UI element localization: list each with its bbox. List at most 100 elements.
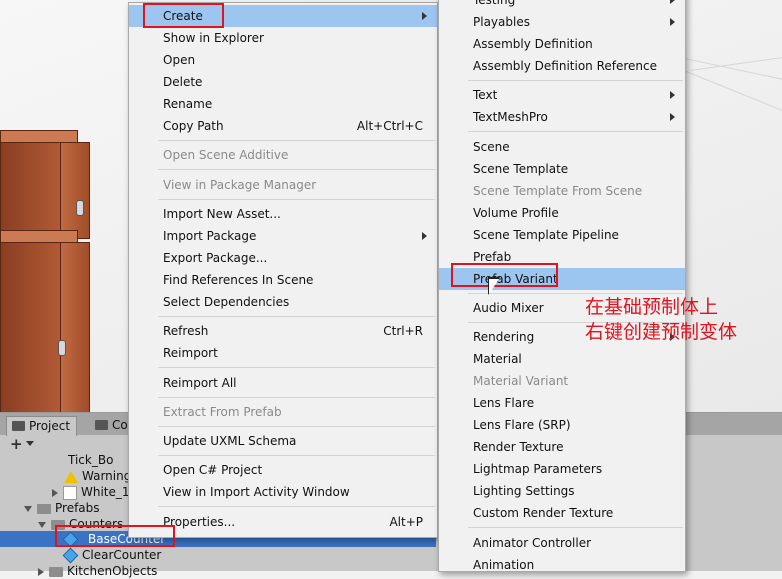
collapse-arrow-icon[interactable]	[24, 505, 32, 512]
menu-item-rename[interactable]: Rename	[129, 93, 437, 115]
menu-item-import-new-asset[interactable]: Import New Asset...	[129, 203, 437, 225]
tab-console-label: Co	[112, 418, 128, 432]
tree-item-kitchenobjects[interactable]: KitchenObjects	[0, 563, 436, 579]
menu-item-label: Rendering	[473, 330, 535, 345]
cabinet-side	[60, 242, 90, 412]
menu-item-label: Animation	[473, 557, 535, 572]
folder-icon	[37, 503, 51, 514]
prefab-cube-icon	[62, 547, 79, 564]
menu-item-assembly-definition[interactable]: Assembly Definition	[439, 33, 685, 55]
menu-item-select-dependencies[interactable]: Select Dependencies	[129, 291, 437, 313]
texture-icon	[63, 485, 77, 500]
menu-item-label: Open	[163, 53, 196, 67]
menu-item-label: Rename	[163, 97, 213, 111]
context-menu: Create Show in Explorer Open Delete Rename Co…	[128, 2, 438, 538]
tree-item-label: KitchenObjects	[67, 564, 158, 578]
collapse-arrow-icon[interactable]	[38, 521, 46, 528]
menu-item-volume-profile[interactable]: Volume Profile	[439, 202, 685, 224]
menu-item-delete[interactable]: Delete	[129, 71, 437, 93]
cabinet-front	[0, 142, 62, 239]
chevron-right-icon	[422, 231, 427, 240]
tree-item-label: Tick_Bo	[68, 453, 114, 467]
menu-item-label: Lightmap Parameters	[473, 462, 603, 477]
menu-item-label: TextMeshPro	[473, 110, 548, 125]
menu-item-testing[interactable]: Testing	[439, 0, 685, 11]
counter-cabinet-model[interactable]	[0, 130, 100, 412]
menu-item-scene-template-pipeline[interactable]: Scene Template Pipeline	[439, 224, 685, 246]
menu-separator	[468, 292, 683, 294]
tree-item-label: Warning	[82, 469, 132, 483]
menu-item-label: Audio Mixer	[473, 300, 544, 315]
menu-item-material[interactable]: Material	[439, 348, 685, 370]
expand-arrow-icon[interactable]	[52, 488, 58, 497]
folder-icon	[12, 421, 25, 431]
menu-item-label: Export Package...	[163, 250, 268, 265]
menu-item-scene-template[interactable]: Scene Template	[439, 158, 685, 180]
menu-item-animator-controller[interactable]: Animator Controller	[439, 532, 685, 554]
menu-item-custom-render-texture[interactable]: Custom Render Texture	[439, 502, 685, 524]
menu-item-label: Assembly Definition Reference	[473, 59, 658, 73]
folder-icon	[49, 566, 63, 577]
menu-separator	[158, 198, 435, 200]
highlight-prefab-variant-box	[451, 263, 558, 287]
highlight-basecounter-box	[55, 525, 175, 547]
menu-item-lighting-settings[interactable]: Lighting Settings	[439, 480, 685, 502]
menu-item-open[interactable]: Open	[129, 49, 437, 71]
menu-item-find-references-in-scene[interactable]: Find References In Scene	[129, 269, 437, 291]
menu-item-label: Scene Template Pipeline	[473, 227, 619, 242]
menu-item-scene-template-from-scene: Scene Template From Scene	[439, 180, 685, 202]
tree-item-label: ClearCounter	[82, 548, 162, 562]
menu-separator	[158, 169, 435, 171]
menu-item-label: Show in Explorer	[163, 31, 264, 45]
menu-item-label: Import New Asset...	[163, 206, 281, 221]
menu-item-show-in-explorer[interactable]: Show in Explorer	[129, 27, 437, 49]
menu-separator	[158, 367, 435, 369]
menu-item-export-package[interactable]: Export Package...	[129, 247, 437, 269]
menu-item-refresh[interactable]: Refresh Ctrl+R	[129, 320, 437, 342]
menu-item-scene[interactable]: Scene	[439, 136, 685, 158]
menu-item-label: Custom Render Texture	[473, 506, 614, 521]
menu-item-import-package[interactable]: Import Package	[129, 225, 437, 247]
expand-arrow-icon[interactable]	[38, 567, 44, 576]
chevron-right-icon	[422, 12, 427, 20]
menu-item-lightmap-parameters[interactable]: Lightmap Parameters	[439, 458, 685, 480]
menu-item-label: Reimport All	[163, 375, 237, 390]
menu-separator	[468, 131, 683, 133]
menu-item-label: Copy Path	[163, 119, 224, 133]
tab-project-label: Project	[29, 419, 71, 433]
chevron-down-icon[interactable]	[26, 441, 34, 446]
tab-project[interactable]: Project	[6, 416, 78, 436]
menu-item-animation[interactable]: Animation	[439, 554, 685, 576]
menu-item-view-in-import-activity-window[interactable]: View in Import Activity Window	[129, 481, 437, 503]
menu-item-label: Scene Template	[473, 161, 569, 176]
menu-item-lens-flare-srp[interactable]: Lens Flare (SRP)	[439, 414, 685, 436]
menu-item-text[interactable]: Text	[439, 84, 685, 106]
warning-icon	[64, 470, 78, 483]
menu-item-label: Update UXML Schema	[163, 434, 297, 449]
menu-item-render-texture[interactable]: Render Texture	[439, 436, 685, 458]
menu-item-label: Reimport	[163, 346, 218, 361]
menu-item-open-c-project[interactable]: Open C# Project	[129, 459, 437, 481]
chevron-right-icon	[670, 91, 675, 100]
menu-item-reimport[interactable]: Reimport	[129, 342, 437, 364]
menu-item-assembly-definition-reference[interactable]: Assembly Definition Reference	[439, 55, 685, 77]
menu-item-label: Lens Flare (SRP)	[473, 418, 571, 433]
menu-item-label: Scene Template From Scene	[473, 183, 643, 198]
menu-item-copy-path[interactable]: Copy Path Alt+Ctrl+C	[129, 115, 437, 137]
menu-item-update-uxml-schema[interactable]: Update UXML Schema	[129, 430, 437, 452]
menu-item-properties[interactable]: Properties... Alt+P	[129, 511, 437, 533]
tree-item-clearcounter[interactable]: ClearCounter	[0, 547, 436, 564]
chevron-right-icon	[670, 0, 675, 4]
menu-item-textmeshpro[interactable]: TextMeshPro	[439, 106, 685, 128]
menu-item-playables[interactable]: Playables	[439, 11, 685, 33]
plus-icon[interactable]: +	[10, 435, 23, 453]
cabinet-side	[60, 142, 90, 239]
menu-item-lens-flare[interactable]: Lens Flare	[439, 392, 685, 414]
menu-item-open-scene-additive: Open Scene Additive	[129, 144, 437, 166]
cabinet-front	[0, 242, 62, 412]
menu-item-label: Find References In Scene	[163, 272, 314, 287]
annotation-line2: 右键创建预制变体	[585, 321, 738, 343]
shortcut-label: Alt+P	[389, 514, 423, 529]
menu-item-reimport-all[interactable]: Reimport All	[129, 372, 437, 394]
menu-separator	[158, 396, 435, 398]
